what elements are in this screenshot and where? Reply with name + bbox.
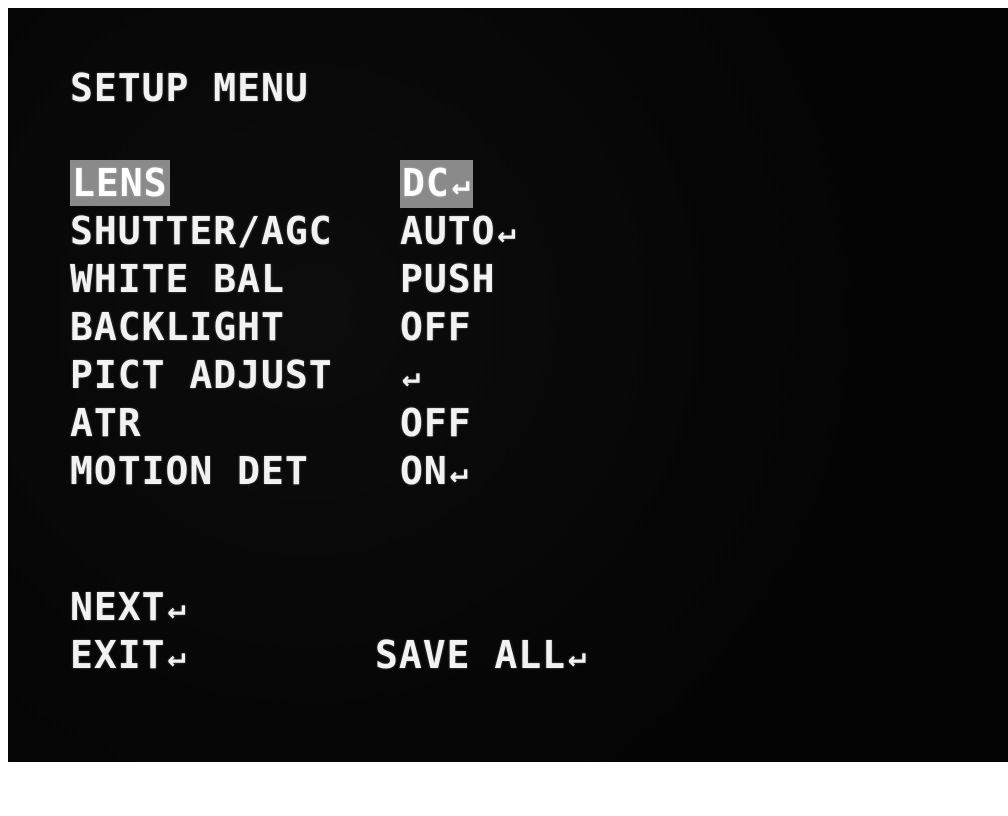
enter-icon: ↵ [497, 215, 517, 250]
menu-item-lens[interactable]: LENS DC↵ [70, 160, 473, 208]
menu-footer: NEXT↵ EXIT↵ SAVE ALL↵ [70, 584, 586, 680]
enter-icon: ↵ [167, 591, 187, 626]
enter-icon: ↵ [402, 359, 422, 394]
menu-item-shutter-agc[interactable]: SHUTTER/AGC AUTO↵ [70, 208, 516, 256]
menu-item-value: ↵ [400, 352, 421, 400]
enter-icon: ↵ [449, 455, 469, 490]
menu-title: SETUP MENU [70, 66, 309, 110]
menu-item-value: ON↵ [400, 448, 469, 496]
menu-item-label: PICT ADJUST [70, 353, 333, 397]
enter-icon: ↵ [167, 639, 187, 674]
menu-item-pict-adjust[interactable]: PICT ADJUST ↵ [70, 352, 420, 400]
next-button[interactable]: NEXT↵ [70, 584, 213, 632]
menu-item-label: BACKLIGHT [70, 305, 285, 349]
next-label: NEXT↵ [70, 584, 187, 632]
exit-save-row: EXIT↵ SAVE ALL↵ [70, 632, 586, 680]
menu-item-label: WHITE BAL [70, 257, 285, 301]
menu-item-atr[interactable]: ATR OFF [70, 400, 471, 448]
setup-menu-list: LENS DC↵ SHUTTER/AGC AUTO↵ WHITE BAL PUS… [70, 160, 516, 496]
menu-item-backlight[interactable]: BACKLIGHT OFF [70, 304, 471, 352]
menu-item-value: OFF [400, 305, 472, 349]
menu-item-label: SHUTTER/AGC [70, 209, 333, 253]
menu-item-value: DC↵ [400, 160, 473, 208]
menu-item-value: OFF [400, 401, 472, 445]
osd-screen: SETUP MENU LENS DC↵ SHUTTER/AGC AUTO↵ WH… [8, 8, 1008, 762]
menu-item-label: MOTION DET [70, 449, 309, 493]
menu-item-value: AUTO↵ [400, 208, 517, 256]
enter-icon: ↵ [568, 639, 588, 674]
enter-icon: ↵ [451, 167, 471, 202]
menu-item-white-bal[interactable]: WHITE BAL PUSH [70, 256, 495, 304]
exit-button[interactable]: EXIT↵ [70, 632, 187, 680]
menu-item-label: LENS [70, 160, 170, 206]
save-all-button[interactable]: SAVE ALL↵ [375, 632, 587, 680]
menu-item-value: PUSH [400, 257, 496, 301]
menu-item-motion-det[interactable]: MOTION DET ON↵ [70, 448, 468, 496]
menu-item-label: ATR [70, 401, 142, 445]
